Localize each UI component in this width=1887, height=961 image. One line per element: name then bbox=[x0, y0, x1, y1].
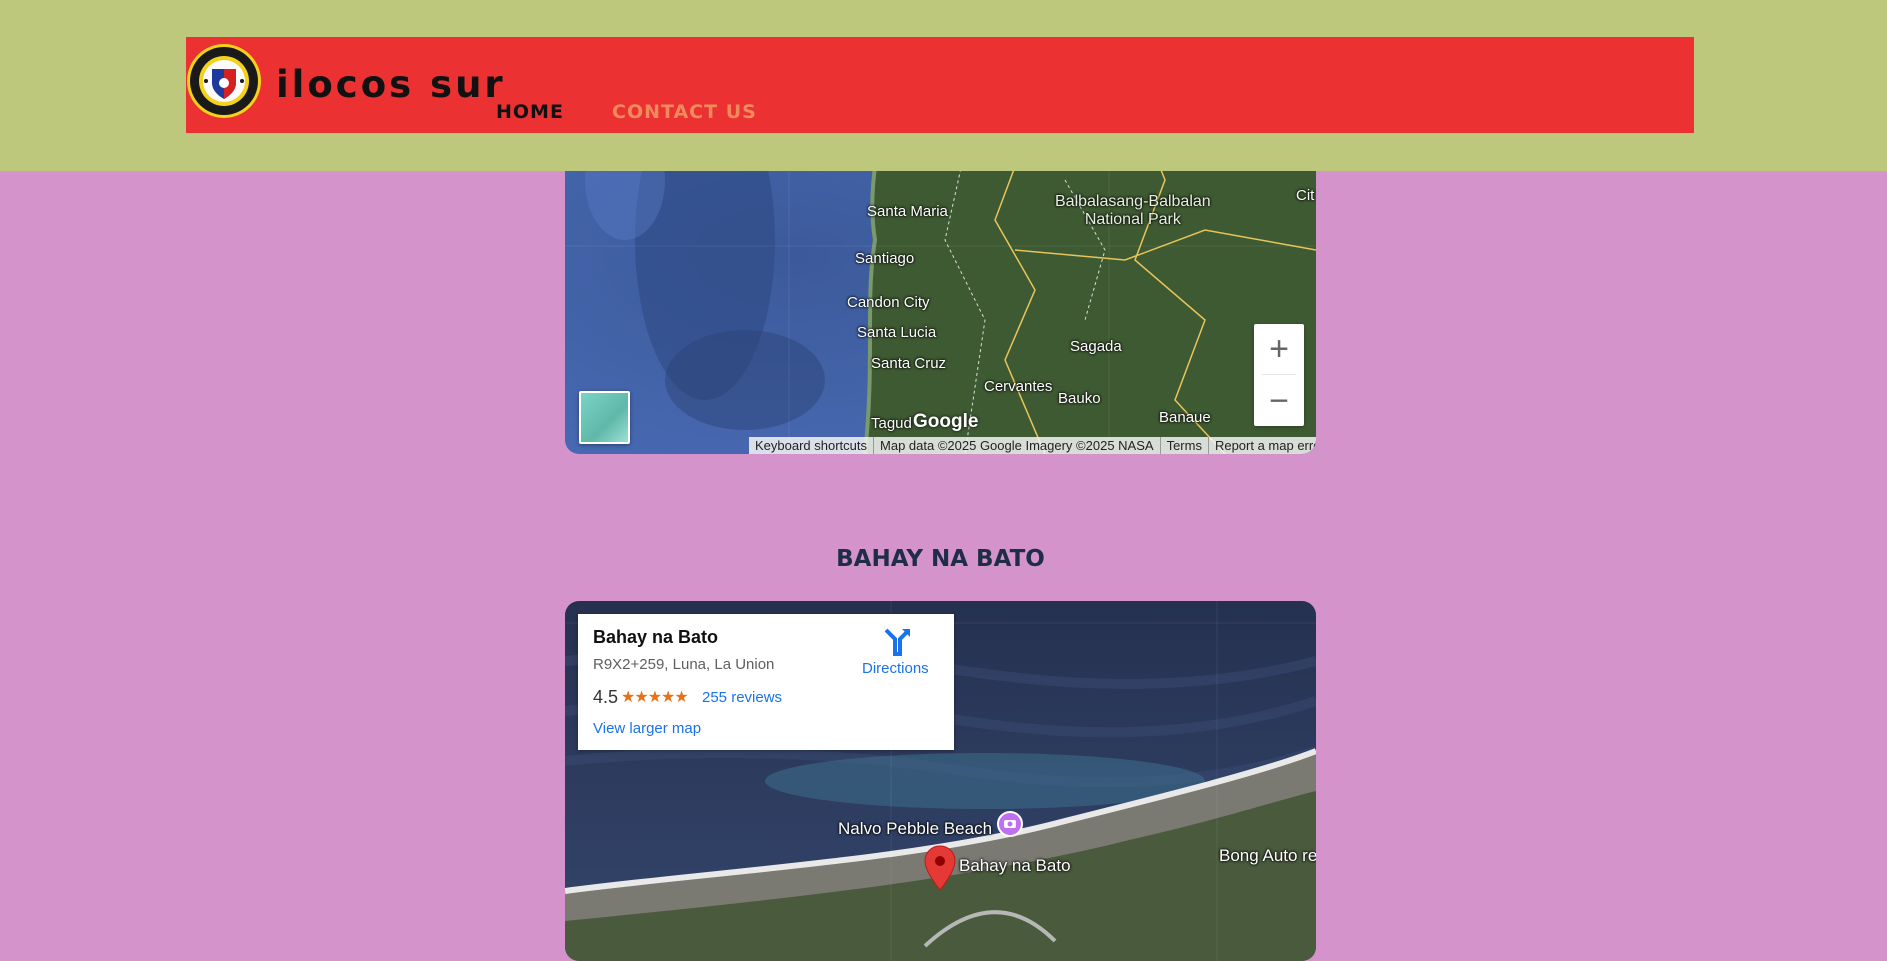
map-label-park: Balbalasang-Balbalan National Park bbox=[1055, 193, 1211, 229]
directions-icon[interactable] bbox=[882, 626, 912, 656]
map-label-town: Santa Maria bbox=[867, 203, 948, 220]
map-type-toggle[interactable] bbox=[579, 391, 630, 444]
nav-contact-link[interactable]: CONTACT US bbox=[612, 101, 757, 123]
map-label-town: Santa Cruz bbox=[871, 355, 947, 372]
map-label-town: Candon City bbox=[847, 294, 930, 311]
park-name-line1: Balbalasang-Balbalan bbox=[1055, 193, 1211, 210]
map-label-town: Banaue bbox=[1159, 409, 1211, 426]
header-band: ilocos sur HOME CONTACT US bbox=[0, 0, 1887, 171]
reviews-link[interactable]: 255 reviews bbox=[702, 689, 782, 706]
keyboard-shortcuts-link[interactable]: Keyboard shortcuts bbox=[749, 437, 873, 454]
place-address: R9X2+259, Luna, La Union bbox=[593, 656, 775, 673]
map-attribution-bar: Keyboard shortcuts Map data ©2025 Google… bbox=[749, 437, 1316, 454]
section-title: BAHAY NA BATO bbox=[836, 546, 1045, 572]
zoom-out-button[interactable]: − bbox=[1254, 376, 1304, 426]
view-larger-map-link[interactable]: View larger map bbox=[593, 720, 701, 737]
directions-link[interactable]: Directions bbox=[862, 660, 929, 677]
province-seal-logo bbox=[187, 44, 261, 118]
map-label-business: Bong Auto re bbox=[1219, 846, 1316, 865]
map-label-beach: Nalvo Pebble Beach bbox=[838, 819, 993, 838]
place-name: Bahay na Bato bbox=[593, 627, 719, 647]
place-info-card: Bahay na Bato R9X2+259, Luna, La Union 4… bbox=[578, 614, 954, 750]
park-name-line2: National Park bbox=[1084, 211, 1181, 228]
rating-stars: ★★★★★ bbox=[621, 689, 689, 706]
map-label-town: Tagud bbox=[871, 415, 912, 432]
navbar: ilocos sur HOME CONTACT US bbox=[186, 37, 1694, 133]
map-label-town: Cit bbox=[1296, 187, 1315, 204]
map-label-town: Bauko bbox=[1058, 390, 1101, 407]
map-label-town: Santiago bbox=[855, 250, 915, 267]
map-data-credit: Map data ©2025 Google Imagery ©2025 NASA bbox=[873, 437, 1160, 454]
map-label-town: Cervantes bbox=[984, 378, 1053, 395]
zoom-controls: + − bbox=[1254, 324, 1304, 426]
zoom-in-button[interactable]: + bbox=[1254, 324, 1304, 374]
report-error-link[interactable]: Report a map error bbox=[1207, 437, 1316, 454]
rating-value: 4.5 bbox=[593, 687, 619, 707]
map-embed-bahay-na-bato[interactable]: Nalvo Pebble Beach Bahay na Bato Bong Au… bbox=[565, 601, 1316, 961]
site-title[interactable]: ilocos sur bbox=[276, 63, 506, 106]
terms-link[interactable]: Terms bbox=[1159, 437, 1208, 454]
location-pin-icon[interactable] bbox=[923, 844, 957, 892]
zoom-divider bbox=[1262, 374, 1296, 375]
nav-home-link[interactable]: HOME bbox=[496, 101, 564, 123]
camera-poi-icon[interactable] bbox=[995, 811, 1025, 841]
google-logo: Google bbox=[913, 411, 979, 432]
map-label-place: Bahay na Bato bbox=[959, 856, 1071, 875]
map-label-town: Santa Lucia bbox=[857, 324, 937, 341]
map-label-town: Sagada bbox=[1070, 338, 1122, 355]
